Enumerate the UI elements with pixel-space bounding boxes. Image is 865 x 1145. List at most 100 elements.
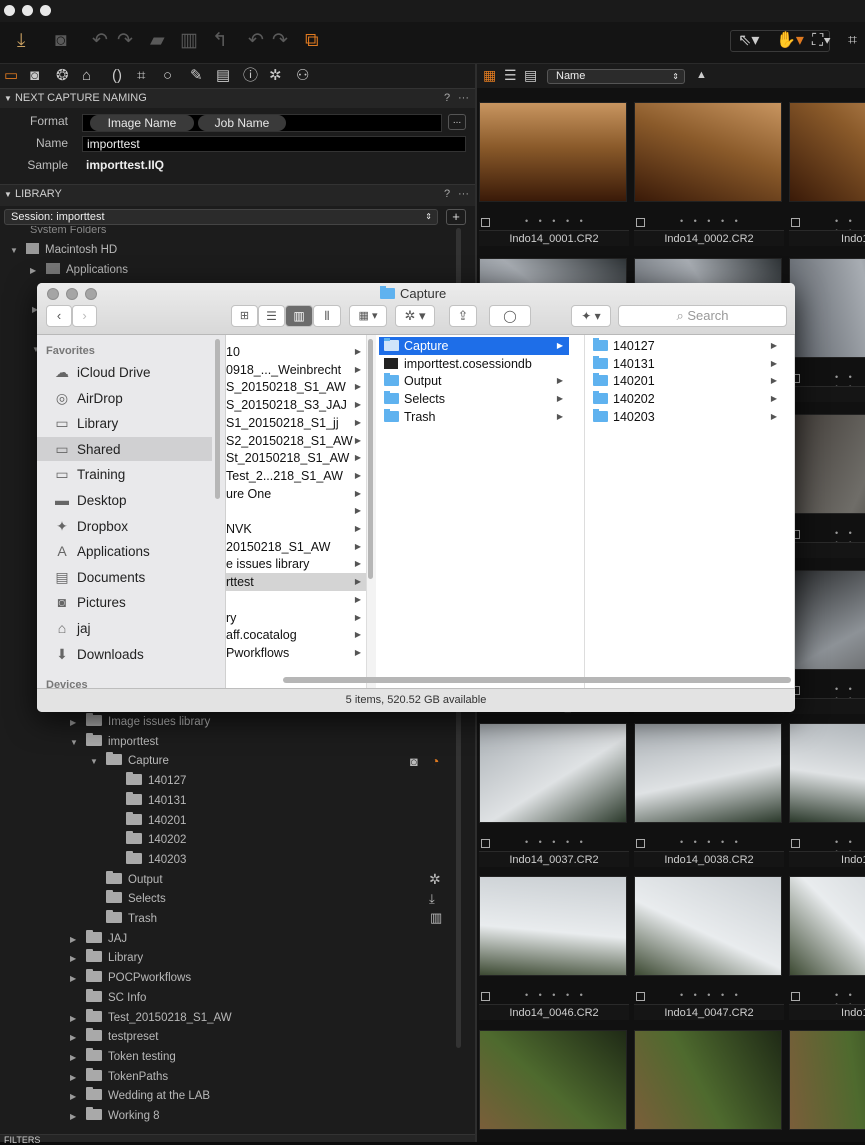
rating-stars[interactable]: • • • • • <box>525 990 587 1000</box>
tree-item-capture[interactable]: ▼ Capture <box>90 751 169 771</box>
expand-arrow-icon[interactable]: ▶ <box>30 261 46 281</box>
sidebar-item-downloads[interactable]: ⬇ Downloads <box>37 642 212 666</box>
more-icon[interactable]: ··· <box>458 92 469 104</box>
column-1-item[interactable]: S_20150218_S1_AW ▶ <box>226 378 366 396</box>
move-icon[interactable]: ▰ <box>150 30 165 52</box>
sidebar-item-desktop[interactable]: ▬ Desktop <box>37 488 212 512</box>
column-3-item-140131[interactable]: 140131 ▶ <box>588 355 783 373</box>
tree-item-image-issues-library[interactable]: ▶ Image issues library <box>70 712 210 732</box>
tree-item-output[interactable]: Output <box>90 870 163 890</box>
finder-zoom-button[interactable] <box>85 288 97 300</box>
column-2-item-importtest-cosessiondb[interactable]: importtest.cosessiondb <box>379 355 569 373</box>
format-more-button[interactable]: ... <box>448 114 466 130</box>
column-1-item[interactable]: ry ▶ <box>226 609 366 627</box>
list-view-button[interactable]: ☰ <box>258 305 285 327</box>
grid-view-icon[interactable]: ▦ <box>483 67 496 84</box>
capture-tab-icon[interactable]: ◙ <box>30 67 39 85</box>
trash-icon[interactable]: ▥ <box>180 30 198 52</box>
name-input[interactable]: importtest <box>82 136 466 152</box>
sidebar-item-library[interactable]: ▭ Library <box>37 411 212 435</box>
tree-item-140127[interactable]: 140127 <box>110 771 186 791</box>
expand-arrow-icon[interactable]: ▶ <box>70 1028 86 1048</box>
tree-item-test-20150218-s1-aw[interactable]: ▶ Test_20150218_S1_AW <box>70 1008 232 1028</box>
collapse-arrow-icon[interactable]: ▼ <box>10 241 26 261</box>
tree-item-applications[interactable]: ▶ Applications <box>30 260 128 280</box>
rating-stars[interactable]: • • • • • <box>680 837 742 847</box>
column-1-item[interactable]: ▶ <box>226 591 366 609</box>
column-1-scrollbar[interactable] <box>368 339 373 579</box>
rating-stars[interactable]: • • • • • <box>680 990 742 1000</box>
library-header[interactable]: ▼ LIBRARY ? ··· <box>0 184 475 206</box>
trash-icon[interactable]: ▥ <box>430 910 442 926</box>
sidebar-item-pictures[interactable]: ◙ Pictures <box>37 590 212 614</box>
capture-folder-camera-icon[interactable]: ◙ <box>410 754 418 769</box>
column-1-item[interactable]: rttest ▶ <box>226 573 366 592</box>
column-1-item[interactable]: Test_2...218_S1_AW ▶ <box>226 467 366 485</box>
sidebar-item-jaj[interactable]: ⌂ jaj <box>37 616 212 640</box>
rating-stars[interactable]: • • • • • <box>680 216 742 226</box>
column-3-item-140203[interactable]: 140203 ▶ <box>588 408 783 426</box>
tree-item-140202[interactable]: 140202 <box>110 830 186 850</box>
column-2-item-output[interactable]: Output ▶ <box>379 372 569 390</box>
help-icon[interactable]: ? <box>444 188 450 200</box>
exposure-tab-icon[interactable]: ⌂ <box>82 67 91 85</box>
expand-arrow-icon[interactable]: ▶ <box>70 1087 86 1107</box>
column-3-item-140202[interactable]: 140202 ▶ <box>588 390 783 408</box>
camera-icon[interactable]: ◙ <box>55 30 66 52</box>
tree-item-importtest[interactable]: ▼ importtest <box>70 732 159 752</box>
sidebar-scrollbar[interactable] <box>215 339 220 499</box>
undo2-icon[interactable]: ↶ <box>248 30 264 52</box>
column-1-item[interactable]: e issues library ▶ <box>226 555 366 573</box>
column-1-item[interactable]: ure One ▶ <box>226 485 366 503</box>
minimize-window-button[interactable] <box>22 5 33 16</box>
expand-arrow-icon[interactable]: ▶ <box>70 1048 86 1068</box>
expand-arrow-icon[interactable]: ▶ <box>70 1107 86 1127</box>
output-tab-icon[interactable]: ▤ <box>216 67 230 85</box>
tree-item-pocpworkflows[interactable]: ▶ POCPworkflows <box>70 968 191 988</box>
share-button[interactable]: ⇪ <box>449 305 477 327</box>
rotate-icon[interactable]: ↰ <box>212 30 228 52</box>
undo-icon[interactable]: ↶ <box>92 30 108 52</box>
session-select[interactable]: Session: importtest ⇕ <box>4 209 438 225</box>
selects-icon[interactable]: ⤓ <box>429 891 435 907</box>
thumbnail[interactable] <box>479 876 627 976</box>
select-checkbox[interactable] <box>481 992 490 1001</box>
crop-tab-icon[interactable]: ⌗ <box>137 67 145 85</box>
expand-arrow-icon[interactable]: ▶ <box>70 969 86 989</box>
zoom-window-button[interactable] <box>40 5 51 16</box>
thumbnail[interactable] <box>789 570 865 670</box>
expand-arrow-icon[interactable]: ▶ <box>70 930 86 950</box>
filters-header[interactable]: FILTERS <box>0 1134 475 1145</box>
thumbnail[interactable] <box>634 876 782 976</box>
collapse-arrow-icon[interactable]: ▼ <box>90 752 106 772</box>
hand-tool-icon[interactable]: ✋▾ <box>776 30 804 52</box>
info-tab-icon[interactable]: ⓘ <box>243 67 258 85</box>
thumbnail[interactable] <box>634 1030 782 1130</box>
column-3-item-140127[interactable]: 140127 ▶ <box>588 337 783 355</box>
tree-item-sc-info[interactable]: SC Info <box>70 988 146 1008</box>
column-2-item-selects[interactable]: Selects ▶ <box>379 390 569 408</box>
sidebar-item-airdrop[interactable]: ◎ AirDrop <box>37 386 212 410</box>
tree-item-trash[interactable]: Trash <box>90 909 157 929</box>
output-settings-icon[interactable]: ✲ <box>429 871 441 888</box>
select-checkbox[interactable] <box>636 992 645 1001</box>
thumbnail[interactable] <box>789 102 865 202</box>
column-1-item[interactable]: NVK ▶ <box>226 520 366 538</box>
finder-close-button[interactable] <box>47 288 59 300</box>
thumbnail[interactable] <box>479 723 627 823</box>
tree-item-macintosh-hd[interactable]: ▼ Macintosh HD <box>10 240 117 260</box>
sidebar-item-shared[interactable]: ▭ Shared <box>37 436 212 461</box>
select-checkbox[interactable] <box>791 839 800 848</box>
tree-item-token-testing[interactable]: ▶ Token testing <box>70 1047 176 1067</box>
list-view-icon[interactable]: ☰ <box>504 67 517 84</box>
column-1-item[interactable]: Pworkflows ▶ <box>226 644 366 662</box>
import-icon[interactable]: ⤓ <box>17 30 25 52</box>
sidebar-item-documents[interactable]: ▤ Documents <box>37 565 212 589</box>
redo-icon[interactable]: ↷ <box>117 30 133 52</box>
column-1-item[interactable]: 10 ▶ <box>226 343 366 361</box>
sidebar-item-applications[interactable]: A Applications <box>37 539 212 563</box>
expand-arrow-icon[interactable]: ▶ <box>70 1009 86 1029</box>
sidebar-item-icloud-drive[interactable]: ☁ iCloud Drive <box>37 360 212 384</box>
dropbox-button[interactable]: ✦ ▾ <box>571 305 611 327</box>
back-button[interactable]: ‹ <box>46 305 72 327</box>
